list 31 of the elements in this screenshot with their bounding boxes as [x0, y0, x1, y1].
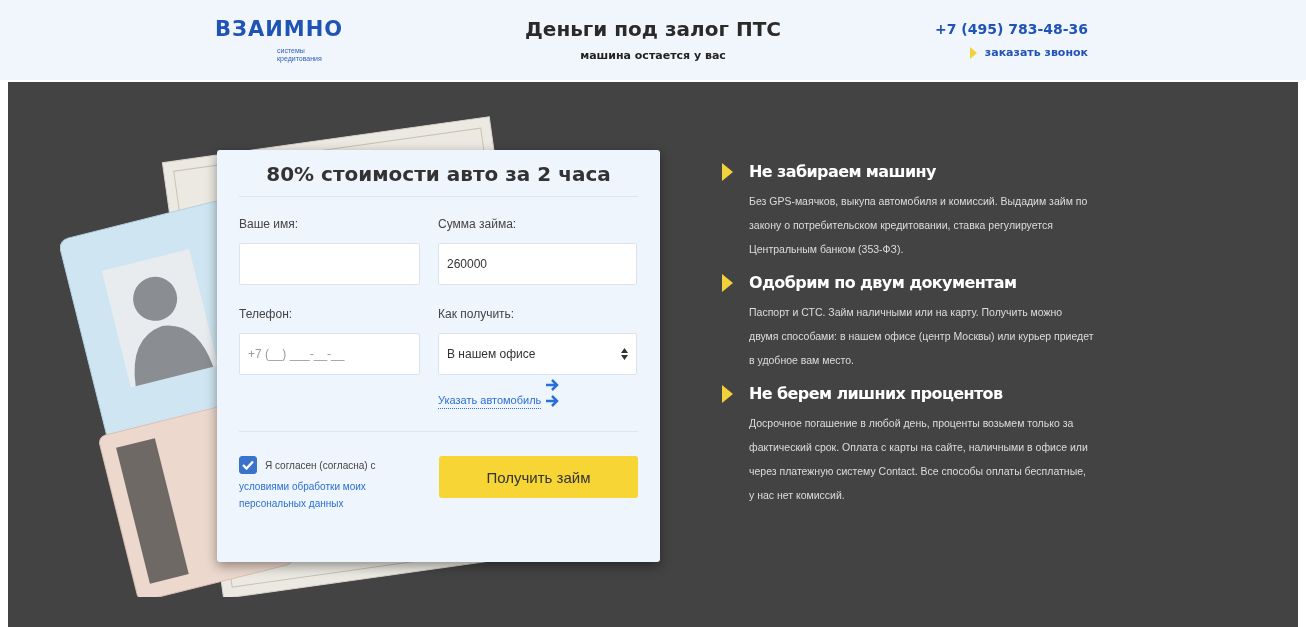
- updown-icon: [621, 348, 628, 360]
- arrows-icon: [545, 379, 560, 409]
- field-label: Сумма займа:: [438, 217, 518, 231]
- feature-title: Одобрим по двум документам: [749, 273, 1017, 292]
- triangle-icon: [969, 46, 977, 59]
- triangle-icon: [722, 384, 733, 403]
- page-subtitle: машина остается у вас: [580, 49, 726, 62]
- callback-link[interactable]: заказать звонок: [984, 46, 1089, 59]
- input-field[interactable]: [239, 243, 420, 285]
- logo-wordmark: ВЗАИМНО: [215, 17, 344, 41]
- triangle-icon: [722, 162, 733, 181]
- feature-title: Не забираем машину: [749, 162, 936, 181]
- feature-text: Без GPS-маячков, выкупа автомобиля и комиссий. Выдадим займ по закону о потребительском кредитовании, ставка регулируется Центральным банком (353-ФЗ).: [749, 194, 1089, 257]
- page-title: Деньги под залог ПТС: [525, 17, 781, 41]
- feature-title: Не берем лишних процентов: [749, 384, 1003, 403]
- submit-button[interactable]: Получить займ: [439, 456, 638, 498]
- consent-text: Я согласен (согласна) с: [265, 459, 376, 471]
- consent-checkbox[interactable]: [239, 456, 257, 474]
- consent-link[interactable]: условиями обработки моих персональных данных: [239, 478, 414, 512]
- feature-text: Паспорт и СТС. Займ наличными или на карту. Получить можно двумя способами: в нашем офисе (центр Москвы) или курьер приедет в удобное вам место.: [749, 305, 1094, 368]
- car-link[interactable]: Указать автомобиль: [438, 394, 542, 409]
- field-label: Телефон:: [239, 307, 294, 321]
- field-label: Как получить:: [438, 307, 516, 321]
- input-field[interactable]: 260000: [438, 243, 637, 285]
- triangle-icon: [722, 273, 733, 292]
- form-title: 80% стоимости авто за 2 часа: [239, 162, 638, 197]
- field-label: Ваше имя:: [239, 217, 300, 231]
- select-field[interactable]: В нашем офисе: [438, 333, 637, 375]
- phone-link[interactable]: +7 (495) 783-48-36: [935, 21, 1089, 37]
- input-field[interactable]: +7 (__) ___-__-__: [239, 333, 420, 375]
- feature-text: Досрочное погашение в любой день, проценты возьмем только за фактический срок. Оплата с карты на сайте, наличными в офисе или через платежную систему Contact. Все способы оплаты бесплатные, у нас нет комиссий.: [749, 416, 1089, 503]
